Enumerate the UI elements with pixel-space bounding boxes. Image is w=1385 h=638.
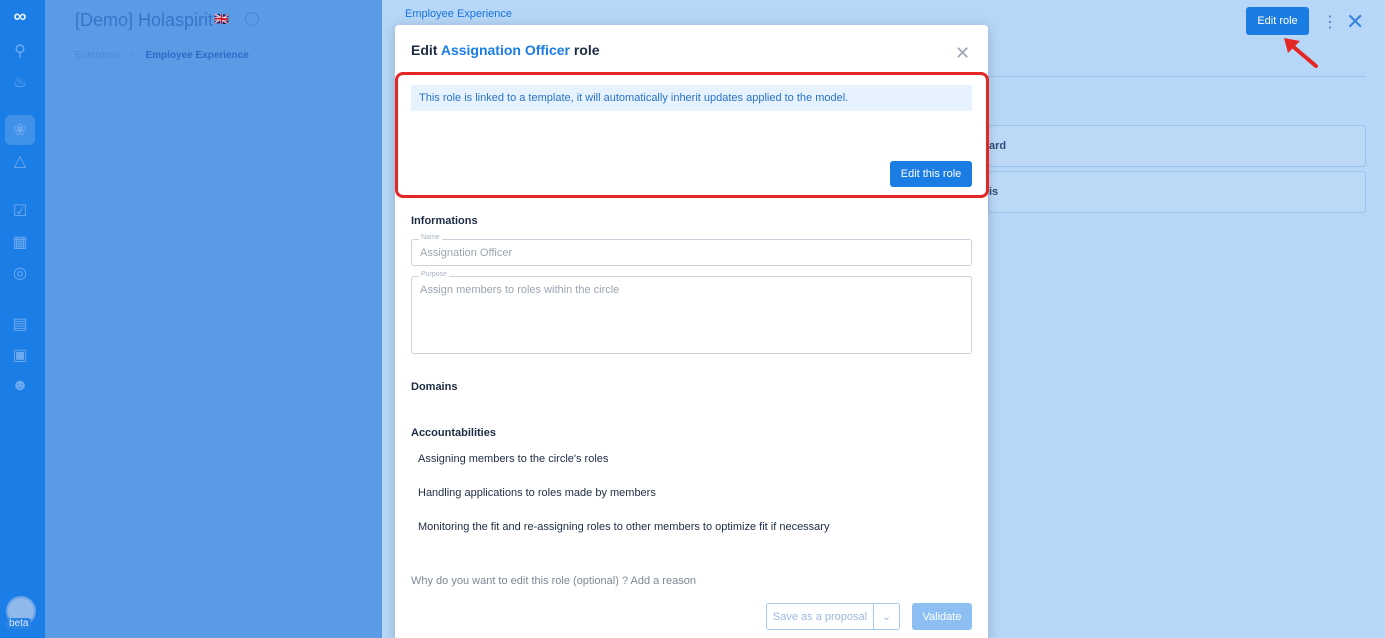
- panel-card-label: ard: [989, 140, 1007, 152]
- org-title[interactable]: [Demo] Holaspirit: [75, 10, 213, 31]
- save-as-proposal-button[interactable]: Save as a proposal: [767, 604, 874, 629]
- save-proposal-split-button: Save as a proposal ⌄: [766, 603, 900, 630]
- title-role-name: Assignation Officer: [440, 42, 570, 58]
- inbox-icon[interactable]: ▤: [10, 314, 30, 334]
- chevron-down-icon[interactable]: ⌄: [874, 604, 899, 629]
- beta-badge: beta: [6, 618, 32, 629]
- informations-heading: Informations: [411, 215, 478, 227]
- accountability-item: Assigning members to the circle's roles: [418, 453, 609, 465]
- edit-role-button[interactable]: Edit role: [1246, 7, 1309, 35]
- holaspirit-logo-icon[interactable]: ∞: [10, 6, 30, 26]
- template-info-banner: This role is linked to a template, it wi…: [411, 85, 972, 111]
- accountability-item: Monitoring the fit and re-assigning role…: [418, 521, 830, 533]
- tasks-icon[interactable]: ☑: [10, 201, 30, 221]
- organization-icon[interactable]: ❀: [5, 115, 35, 145]
- edit-this-role-button[interactable]: Edit this role: [890, 161, 972, 187]
- panel-card[interactable]: ard: [988, 125, 1366, 167]
- roles-icon[interactable]: △: [10, 151, 30, 171]
- close-icon[interactable]: ✕: [955, 43, 970, 64]
- title-prefix: Edit: [411, 42, 438, 58]
- people-icon[interactable]: ☻: [10, 376, 30, 396]
- modal-title: Edit Assignation Officer role: [411, 42, 600, 58]
- breadcrumb-parent[interactable]: Enterprise: [75, 50, 121, 61]
- close-panel-icon[interactable]: ✕: [1346, 9, 1364, 35]
- left-nav-rail: ∞ ⚲ ♨ ❀ △ ☑ ▦ ◎ ▤ ▣ ☻ beta: [0, 0, 45, 638]
- name-field-label: Name: [419, 234, 442, 241]
- purpose-field-label: Purpose: [419, 271, 450, 278]
- background-page: [Demo] Holaspirit 🇬🇧 Enterprise › Employ…: [45, 0, 382, 638]
- panel-card-label: is: [989, 186, 999, 198]
- name-field-value: Assignation Officer: [420, 247, 513, 259]
- language-flag: 🇬🇧: [214, 12, 229, 26]
- map-icon[interactable]: ▦: [10, 232, 30, 252]
- panel-breadcrumb[interactable]: Employee Experience: [405, 8, 512, 20]
- validate-button[interactable]: Validate: [912, 603, 972, 630]
- red-arrow-annotation-icon: [1284, 38, 1318, 68]
- title-suffix: role: [573, 42, 600, 58]
- search-icon[interactable]: ⚲: [10, 41, 30, 61]
- purpose-field-value: Assign members to roles within the circl…: [420, 284, 620, 296]
- domains-heading: Domains: [411, 381, 458, 393]
- divider: [988, 76, 1366, 77]
- target-icon[interactable]: ◎: [10, 263, 30, 283]
- panel-card[interactable]: is: [988, 171, 1366, 213]
- bell-icon[interactable]: ♨: [10, 72, 30, 92]
- chevron-right-icon: ›: [129, 50, 133, 61]
- name-field[interactable]: Name Assignation Officer: [411, 234, 972, 266]
- more-options-icon[interactable]: ⋮: [1322, 12, 1338, 32]
- accountabilities-heading: Accountabilities: [411, 427, 496, 439]
- breadcrumb: Enterprise › Employee Experience: [75, 50, 249, 61]
- info-icon[interactable]: [245, 12, 259, 26]
- calendar-icon[interactable]: ▣: [10, 345, 30, 365]
- add-reason-link[interactable]: Why do you want to edit this role (optio…: [411, 575, 696, 587]
- breadcrumb-current: Employee Experience: [145, 50, 249, 61]
- accountability-item: Handling applications to roles made by m…: [418, 487, 656, 499]
- edit-role-modal: Edit Assignation Officer role ✕ This rol…: [395, 25, 989, 638]
- purpose-field[interactable]: Purpose Assign members to roles within t…: [411, 271, 972, 354]
